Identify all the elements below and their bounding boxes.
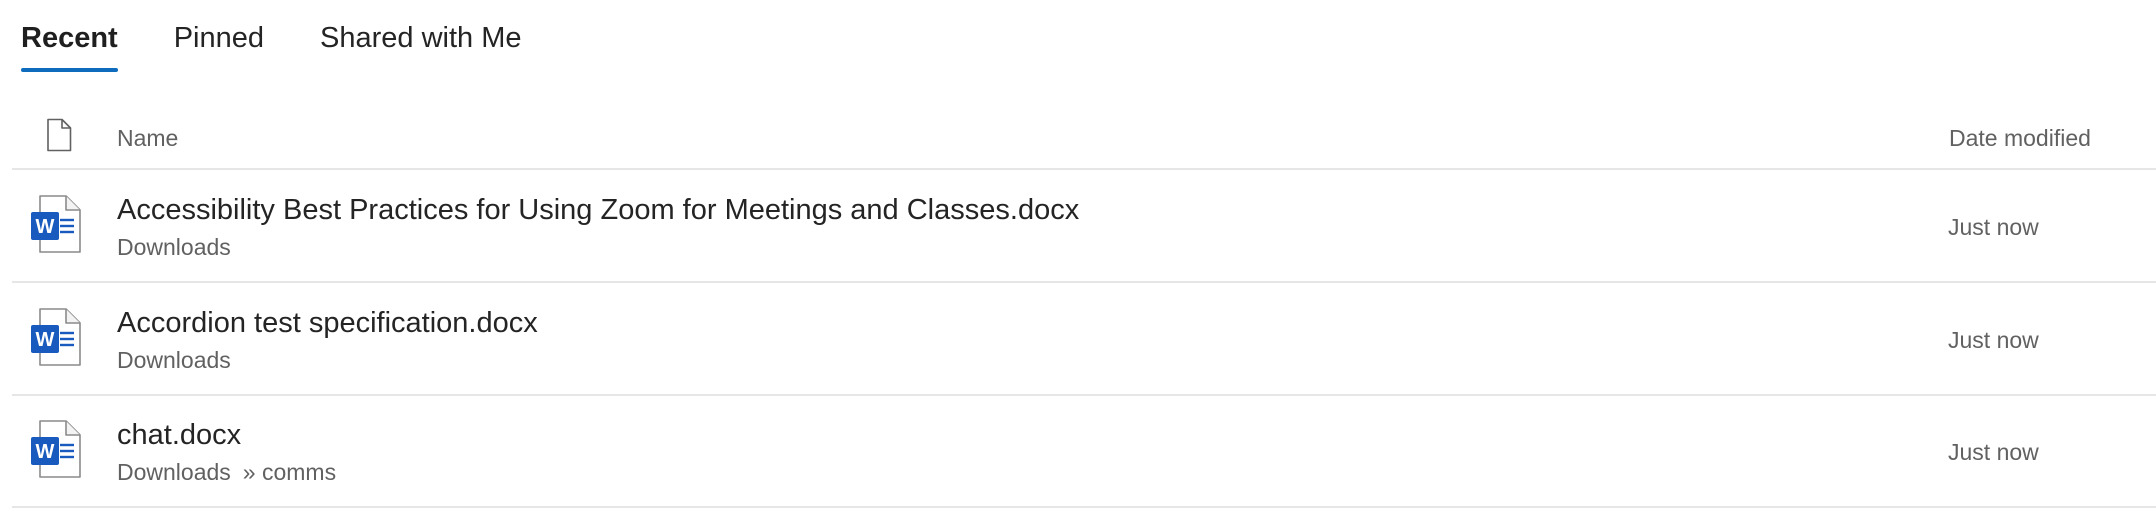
file-location-folder: Downloads xyxy=(117,347,231,373)
name-column-header[interactable]: Name xyxy=(117,125,178,152)
document-icon[interactable] xyxy=(46,118,72,152)
tab-list: Recent Pinned Shared with Me xyxy=(21,0,578,74)
file-row[interactable]: W chat.docx Downloads » comms Just now xyxy=(12,395,2156,508)
svg-text:W: W xyxy=(36,216,55,238)
tab-shared-with-me[interactable]: Shared with Me xyxy=(320,0,522,74)
svg-text:W: W xyxy=(36,441,55,463)
file-name[interactable]: chat.docx xyxy=(117,419,241,452)
file-row[interactable]: W Accordion test specification.docx Down… xyxy=(12,283,2156,396)
file-name[interactable]: Accessibility Best Practices for Using Z… xyxy=(117,194,1079,227)
word-document-icon: W xyxy=(31,420,81,478)
file-location-folder: Downloads xyxy=(117,234,231,260)
file-list-header: Name Date modified xyxy=(12,112,2156,170)
file-location: Downloads xyxy=(117,347,231,374)
file-location: Downloads xyxy=(117,234,231,261)
file-name[interactable]: Accordion test specification.docx xyxy=(117,307,538,340)
file-modified-date: Just now xyxy=(1948,214,2039,240)
file-modified-date: Just now xyxy=(1948,439,2039,465)
word-document-icon: W xyxy=(31,195,81,253)
tab-pinned[interactable]: Pinned xyxy=(174,0,264,74)
tab-recent[interactable]: Recent xyxy=(21,0,118,74)
file-location-folder: Downloads xyxy=(117,459,231,485)
svg-text:W: W xyxy=(36,329,55,351)
file-location-subfolder: » comms xyxy=(242,459,337,485)
date-modified-column-header[interactable]: Date modified xyxy=(1949,125,2091,152)
file-row[interactable]: W Accessibility Best Practices for Using… xyxy=(12,170,2156,283)
word-document-icon: W xyxy=(31,308,81,366)
file-location: Downloads » comms xyxy=(117,459,336,486)
file-modified-date: Just now xyxy=(1948,327,2039,353)
